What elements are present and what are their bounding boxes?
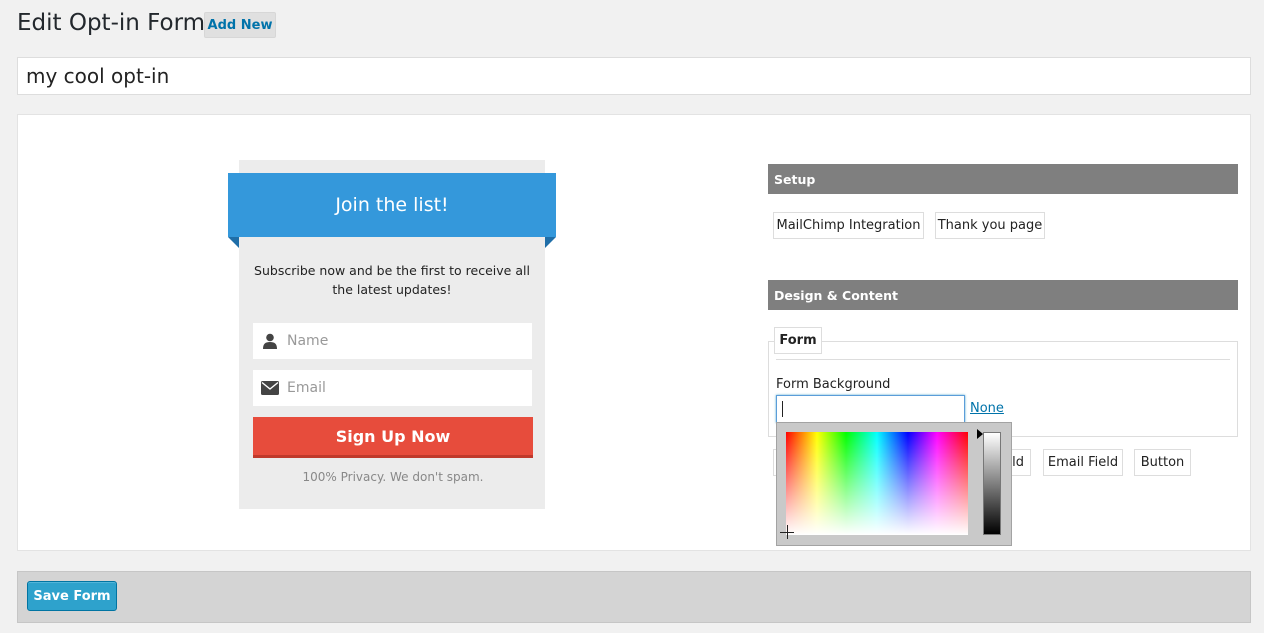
color-spectrum[interactable]	[786, 432, 968, 535]
setup-section-header: Setup	[768, 164, 1238, 194]
save-form-button[interactable]: Save Form	[27, 581, 117, 611]
form-background-input[interactable]	[776, 395, 965, 423]
tab-thank-you-page[interactable]: Thank you page	[935, 212, 1045, 239]
tab-button[interactable]: Button	[1134, 449, 1191, 476]
design-content-section-header: Design & Content	[768, 280, 1238, 310]
add-new-button[interactable]: Add New	[204, 12, 276, 38]
brightness-slider[interactable]	[983, 432, 1001, 535]
privacy-note: 100% Privacy. We don't spam.	[302, 470, 484, 484]
tab-mailchimp-integration[interactable]: MailChimp Integration	[773, 212, 924, 239]
tab-email-field[interactable]: Email Field	[1043, 449, 1123, 476]
optin-description: Subscribe now and be the first to receiv…	[254, 263, 530, 297]
email-field[interactable]: Email	[253, 370, 532, 406]
form-background-label: Form Background	[776, 377, 891, 392]
ribbon-fold-left	[228, 237, 239, 248]
optin-heading: Join the list!	[228, 173, 556, 237]
envelope-icon	[253, 381, 287, 395]
name-field[interactable]: Name	[253, 323, 532, 359]
name-placeholder: Name	[287, 333, 329, 349]
picker-crosshair-h	[780, 532, 794, 533]
tab-form[interactable]: Form	[774, 327, 822, 354]
page-title: Edit Opt-in Form	[17, 10, 206, 36]
sign-up-button[interactable]: Sign Up Now	[253, 417, 533, 458]
user-icon	[253, 333, 287, 349]
email-placeholder: Email	[287, 380, 326, 396]
none-link[interactable]: None	[970, 401, 1004, 416]
slider-arrow-icon[interactable]	[977, 429, 983, 439]
divider	[776, 359, 1230, 360]
form-title-input[interactable]	[17, 57, 1251, 95]
footer-bar	[17, 571, 1251, 623]
ribbon-fold-right	[545, 237, 556, 248]
text-caret	[782, 401, 783, 417]
